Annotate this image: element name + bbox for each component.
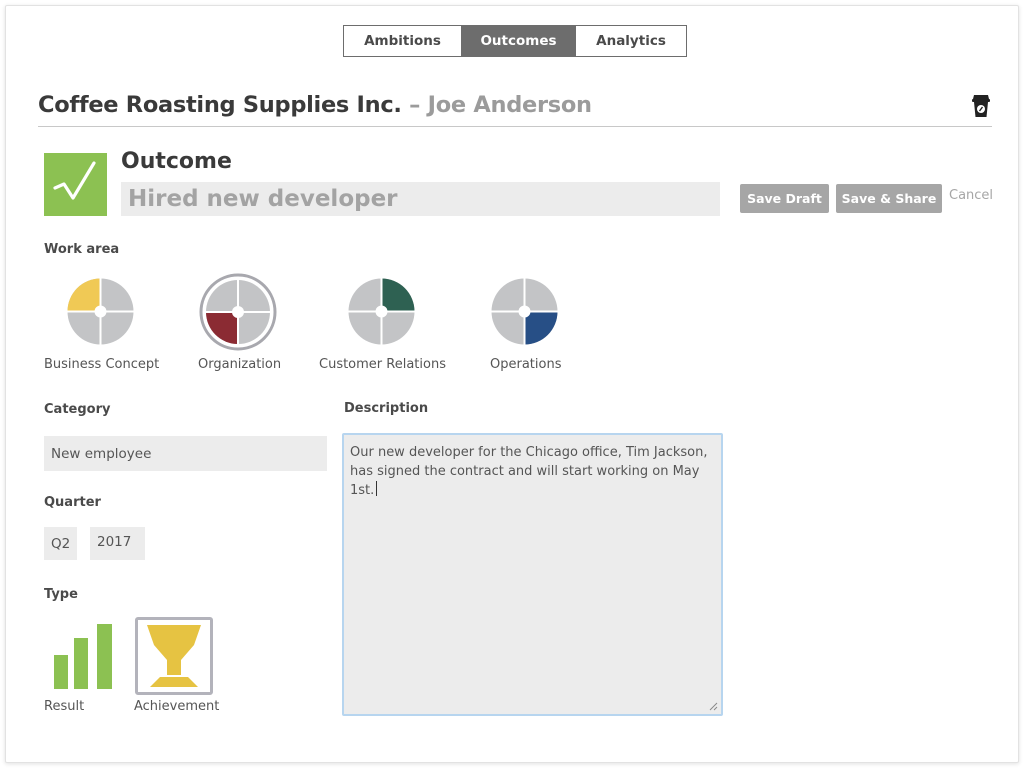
outcome-heading: Outcome xyxy=(121,149,232,174)
work-area-operations[interactable] xyxy=(491,278,558,345)
save-share-button[interactable]: Save & Share xyxy=(836,184,942,213)
work-area-customer-relations[interactable] xyxy=(348,278,415,345)
outcome-badge xyxy=(44,153,107,216)
category-field[interactable]: New employee xyxy=(44,436,327,471)
description-label: Description xyxy=(344,401,429,416)
description-line-1: Our new developer for the Chicago office… xyxy=(350,445,708,460)
description-line-2-text: has signed the contract and will start w… xyxy=(350,464,700,498)
work-area-label-customer-relations: Customer Relations xyxy=(319,357,446,372)
quarter-select[interactable]: Q2 xyxy=(44,527,77,560)
bar-chart-icon xyxy=(54,624,112,689)
work-area-label-business-concept: Business Concept xyxy=(44,357,160,372)
trophy-icon xyxy=(147,625,201,687)
description-line-2: has signed the contract and will start w… xyxy=(350,462,715,500)
work-area-label-organization: Organization xyxy=(198,357,282,372)
cancel-button[interactable]: Cancel xyxy=(949,188,993,203)
work-area-quadrant-icon xyxy=(348,278,415,345)
type-achievement[interactable] xyxy=(135,617,213,695)
tab-ambitions[interactable]: Ambitions xyxy=(344,26,461,56)
tab-outcomes[interactable]: Outcomes xyxy=(461,26,575,56)
tab-analytics[interactable]: Analytics xyxy=(575,26,686,56)
type-result[interactable] xyxy=(52,622,114,690)
type-label: Type xyxy=(44,587,78,602)
view-tabs: Ambitions Outcomes Analytics xyxy=(343,25,687,57)
work-area-label: Work area xyxy=(44,242,120,257)
text-caret xyxy=(376,481,378,496)
type-label-result: Result xyxy=(44,699,85,714)
description-textarea[interactable]: Our new developer for the Chicago office… xyxy=(342,433,723,716)
type-label-achievement: Achievement xyxy=(134,699,220,714)
save-draft-button[interactable]: Save Draft xyxy=(740,184,829,213)
work-area-label-operations: Operations xyxy=(490,357,562,372)
outcome-title-input[interactable] xyxy=(121,182,720,216)
page-header: Coffee Roasting Supplies Inc. – Joe Ande… xyxy=(38,92,992,127)
work-area-quadrant-icon xyxy=(67,278,134,345)
work-area-quadrant-icon xyxy=(199,273,277,351)
quarter-label: Quarter xyxy=(44,495,101,510)
company-name: Coffee Roasting Supplies Inc. xyxy=(38,92,402,118)
category-label: Category xyxy=(44,402,111,417)
resize-grip-icon[interactable] xyxy=(709,702,718,711)
page-title: Coffee Roasting Supplies Inc. – Joe Ande… xyxy=(38,92,592,118)
coffee-cup-icon[interactable] xyxy=(970,93,992,119)
work-area-business-concept[interactable] xyxy=(67,278,134,345)
checkmark-icon xyxy=(53,161,96,200)
title-separator: – xyxy=(401,92,428,118)
person-name: Joe Anderson xyxy=(427,92,592,118)
work-area-organization[interactable] xyxy=(199,273,277,351)
year-select[interactable]: 2017 xyxy=(90,527,145,560)
work-area-quadrant-icon xyxy=(491,278,558,345)
